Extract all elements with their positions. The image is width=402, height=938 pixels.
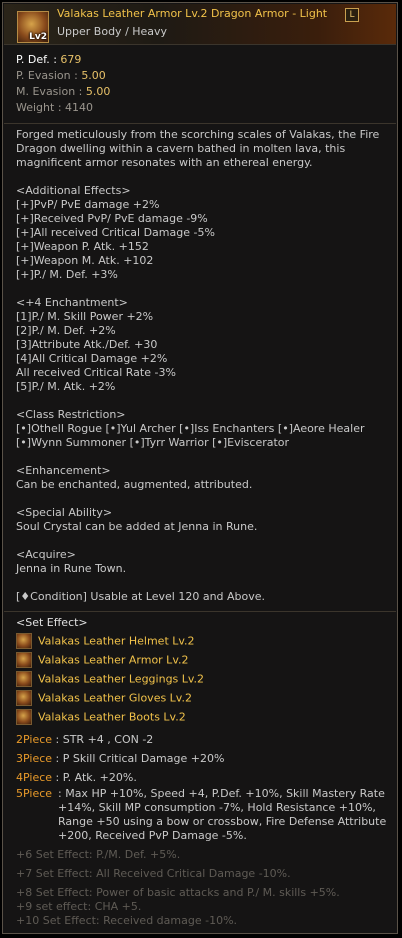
item-tooltip: Lv2 Valakas Leather Armor Lv.2 Dragon Ar… <box>2 2 398 934</box>
set-extra-8: +8 Set Effect: Power of basic attacks an… <box>16 886 340 899</box>
armor-icon <box>16 652 32 668</box>
piece-count: 3Piece <box>16 752 53 765</box>
additional-effect: [+]PvP/ PvE damage +2% <box>16 198 160 211</box>
stat-label: Weight : <box>16 101 66 114</box>
stat-label: P. Def. : <box>16 53 61 66</box>
acquire-text: Jenna in Rune Town. <box>16 562 127 575</box>
set-effect-section: <Set Effect> Valakas Leather Helmet Lv.2… <box>4 612 396 932</box>
set-piece-5: : Max HP +10%, Speed +4, P.Def. +10%, Sk… <box>58 787 390 843</box>
stat-value: 5.00 <box>81 69 106 82</box>
stat-mevasion: M. Evasion : 5.00 <box>16 85 110 98</box>
set-item-leggings: Valakas Leather Leggings Lv.2 <box>16 671 204 689</box>
piece-count: 5Piece <box>16 787 53 800</box>
stat-label: M. Evasion : <box>16 85 86 98</box>
usage-condition: [♦Condition] Usable at Level 120 and Abo… <box>16 590 266 603</box>
stat-label: P. Evasion : <box>16 69 82 82</box>
item-title: Valakas Leather Armor Lv.2 Dragon Armor … <box>57 7 328 20</box>
set-item-armor: Valakas Leather Armor Lv.2 <box>16 652 188 670</box>
boots-icon <box>16 709 32 725</box>
stat-value: 5.00 <box>85 85 111 98</box>
leather-armor-icon: Lv2 <box>17 11 49 43</box>
additional-effect: [+]Received PvP/ PvE damage -9% <box>16 212 208 225</box>
piece-effect: : STR +4 , CON -2 <box>52 733 154 746</box>
piece-count: 2Piece <box>16 733 53 746</box>
set-item-name: Valakas Leather Gloves Lv.2 <box>38 691 192 705</box>
acquire-header: <Acquire> <box>16 548 76 561</box>
set-item-gloves: Valakas Leather Gloves Lv.2 <box>16 690 192 708</box>
helmet-icon <box>16 633 32 649</box>
enchantment-effect: [5]P./ M. Atk. +2% <box>16 380 116 393</box>
enhancement-header: <Enhancement> <box>16 464 111 477</box>
set-item-helmet: Valakas Leather Helmet Lv.2 <box>16 633 195 651</box>
gloves-icon <box>16 690 32 706</box>
stat-value: 4140 <box>65 101 94 114</box>
stats-section: P. Def. : 679 P. Evasion : 5.00 M. Evasi… <box>4 45 396 124</box>
additional-effect: [+]Weapon M. Atk. +102 <box>16 254 154 267</box>
enchantment-effect: All received Critical Rate -3% <box>16 366 176 379</box>
description-section: Forged meticulously from the scorching s… <box>4 124 396 612</box>
piece-effect: : Max HP +10%, Speed +4, P.Def. +10%, Sk… <box>58 787 387 842</box>
item-intro: Forged meticulously from the scorching s… <box>16 128 380 169</box>
enchantment-effect: [1]P./ M. Skill Power +2% <box>16 310 154 323</box>
enchantment-effect: [3]Attribute Atk./Def. +30 <box>16 338 158 351</box>
set-item-name: Valakas Leather Armor Lv.2 <box>38 653 189 667</box>
set-item-boots: Valakas Leather Boots Lv.2 <box>16 709 186 727</box>
tooltip-header: Lv2 Valakas Leather Armor Lv.2 Dragon Ar… <box>4 4 396 45</box>
stat-pevasion: P. Evasion : 5.00 <box>16 69 106 82</box>
description-block: Forged meticulously from the scorching s… <box>16 128 386 604</box>
set-extra-6: +6 Set Effect: P./M. Def. +5%. <box>16 848 181 861</box>
level-badge: Lv2 <box>29 32 47 42</box>
grade-icon: L <box>345 8 359 22</box>
class-restriction-line: [•]Wynn Summoner [•]Tyrr Warrior [•]Evis… <box>16 436 290 449</box>
additional-effect: [+]P./ M. Def. +3% <box>16 268 118 281</box>
additional-effect: [+]Weapon P. Atk. +152 <box>16 240 149 253</box>
leggings-icon <box>16 671 32 687</box>
set-effect-header: <Set Effect> <box>16 616 88 629</box>
enchantment-effect: [2]P./ M. Def. +2% <box>16 324 116 337</box>
special-ability-header: <Special Ability> <box>16 506 113 519</box>
set-item-name: Valakas Leather Helmet Lv.2 <box>38 634 195 648</box>
stat-value: 679 <box>60 53 82 66</box>
class-restriction-line: [•]Othell Rogue [•]Yul Archer [•]Iss Enc… <box>16 422 365 435</box>
enchantment-effect: [4]All Critical Damage +2% <box>16 352 168 365</box>
special-ability-text: Soul Crystal can be added at Jenna in Ru… <box>16 520 258 533</box>
additional-effect: [+]All received Critical Damage -5% <box>16 226 215 239</box>
set-piece-2: 2Piece : STR +4 , CON -2 <box>16 733 153 747</box>
enchantment-header: <+4 Enchantment> <box>16 296 128 309</box>
set-piece-5-count: 5Piece <box>16 787 58 801</box>
enhancement-text: Can be enchanted, augmented, attributed. <box>16 478 253 491</box>
set-piece-3: 3Piece : P Skill Critical Damage +20% <box>16 752 224 766</box>
piece-count: 4Piece <box>16 771 53 784</box>
item-subtitle: Upper Body / Heavy <box>57 25 168 38</box>
stat-pdef: P. Def. : 679 <box>16 53 81 66</box>
additional-effects-header: <Additional Effects> <box>16 184 131 197</box>
set-extra-9: +9 set effect: CHA +5. <box>16 900 142 913</box>
stat-weight: Weight : 4140 <box>16 101 93 114</box>
set-extra-7: +7 Set Effect: All Received Critical Dam… <box>16 867 291 880</box>
set-item-name: Valakas Leather Boots Lv.2 <box>38 710 186 724</box>
class-restriction-header: <Class Restriction> <box>16 408 126 421</box>
piece-effect: : P Skill Critical Damage +20% <box>52 752 225 765</box>
set-piece-4: 4Piece : P. Atk. +20%. <box>16 771 137 785</box>
set-extra-10: +10 Set Effect: Received damage -10%. <box>16 914 238 927</box>
piece-effect: : P. Atk. +20%. <box>52 771 137 784</box>
set-item-name: Valakas Leather Leggings Lv.2 <box>38 672 205 686</box>
